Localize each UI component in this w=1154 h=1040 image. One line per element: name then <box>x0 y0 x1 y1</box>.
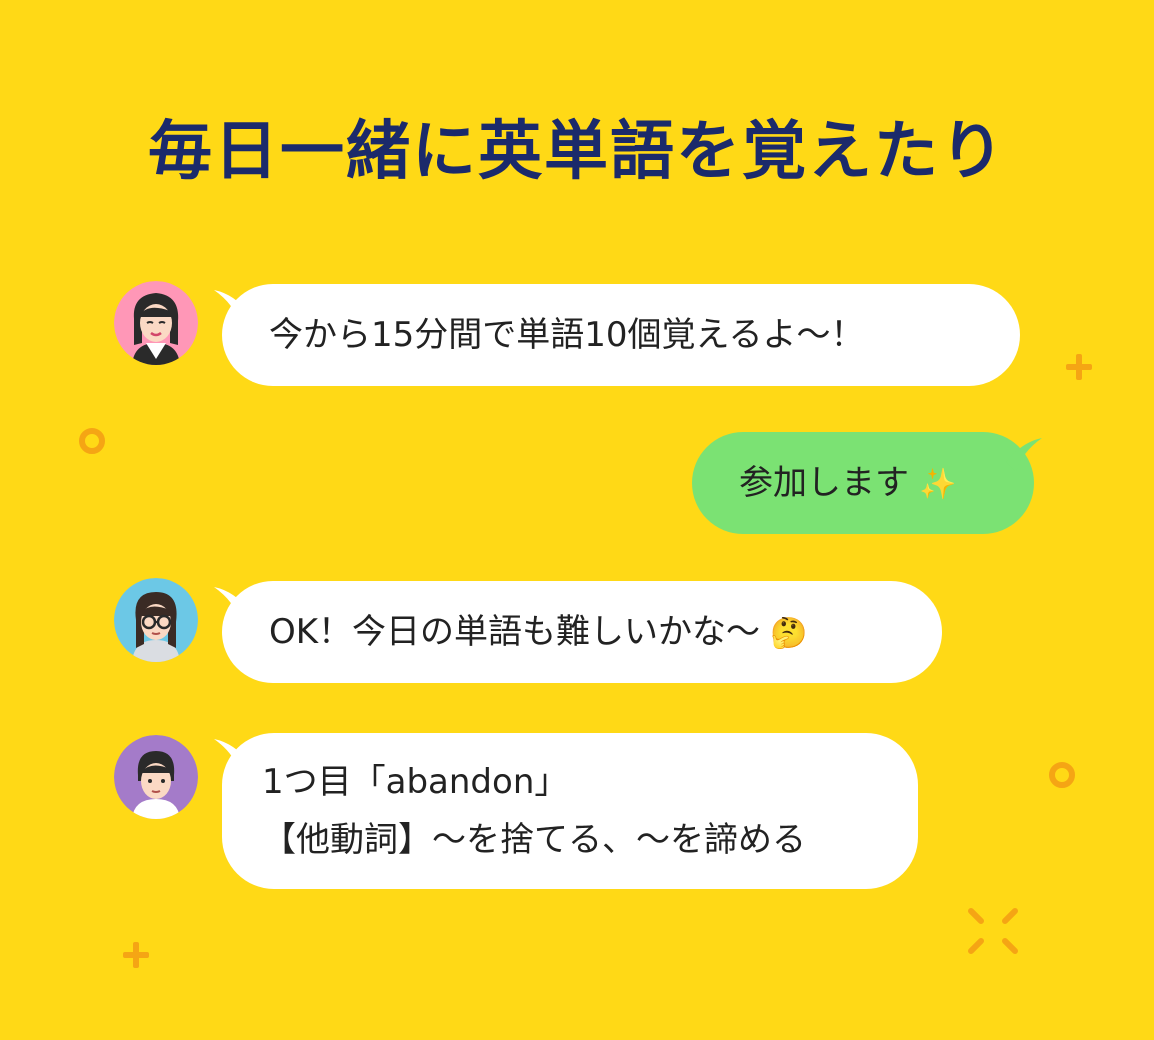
plus-icon <box>123 942 149 968</box>
chat-bubble-outgoing: 参加します ✨ <box>692 432 1042 534</box>
message-line: 1つ目「abandon」 <box>262 762 569 802</box>
ring-icon <box>79 428 105 454</box>
message-text: 参加します <box>739 463 909 503</box>
plus-icon <box>1066 354 1092 380</box>
ring-icon <box>1049 762 1075 788</box>
sparkles-icon: ✨ <box>919 467 957 502</box>
message-line: 【他動詞】〜を捨てる、〜を諦める <box>262 820 806 860</box>
avatar-pink <box>114 281 198 365</box>
chat-bubble: 1つ目「abandon」 【他動詞】〜を捨てる、〜を諦める <box>214 733 918 889</box>
chat-bubble: 今から15分間で単語10個覚えるよ〜！ <box>214 284 1020 386</box>
message-text: OK！今日の単語も難しいかな〜 <box>269 612 761 652</box>
avatar-blue <box>114 578 198 662</box>
message-text: 今から15分間で単語10個覚えるよ〜！ <box>269 315 865 355</box>
thinking-face-icon: 🤔 <box>770 616 808 651</box>
sparkle-burst-icon <box>968 908 1018 954</box>
avatar-purple <box>114 735 198 819</box>
chat-bubble: OK！今日の単語も難しいかな〜 🤔 <box>214 581 942 683</box>
page-title: 毎日一緒に英単語を覚えたり <box>148 115 1006 189</box>
